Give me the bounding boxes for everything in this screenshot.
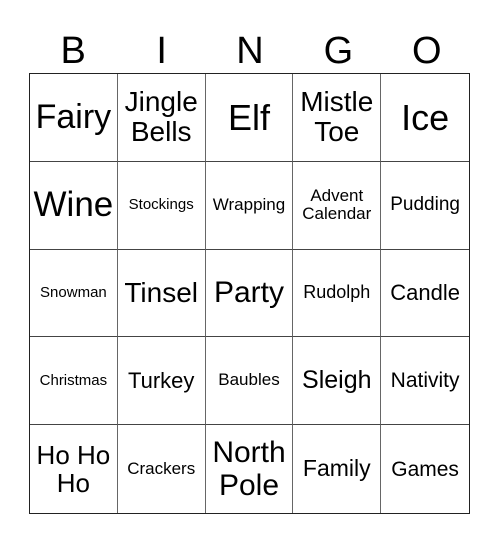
cell-text: Stockings (128, 195, 194, 213)
bingo-cell[interactable]: Sleigh (293, 337, 382, 426)
cell-text: Mistle Toe (300, 85, 374, 148)
cell-text: Sleigh (302, 366, 372, 395)
cell-text: Party (213, 276, 284, 310)
cell-text: Ho Ho Ho (36, 439, 111, 499)
cell-text: Pudding (390, 193, 460, 215)
header-letter-o: O (412, 30, 442, 72)
cell-text: Baubles (218, 370, 280, 390)
cell-text: Candle (390, 279, 460, 305)
cell-text: Family (302, 455, 371, 482)
bingo-cell[interactable]: Jingle Bells (117, 74, 206, 162)
bingo-cell[interactable]: Crackers (118, 425, 206, 513)
cell-text: Wrapping (212, 194, 286, 214)
bingo-cell[interactable]: North Pole (206, 425, 294, 513)
bingo-cell[interactable]: Pudding (381, 162, 469, 250)
bingo-cell[interactable]: Advent Calendar (293, 161, 382, 250)
bingo-cell[interactable]: Games (381, 425, 469, 513)
bingo-header: B I N G O (29, 30, 471, 72)
cell-text: Rudolph (303, 282, 371, 303)
cell-text: Tinsel (124, 276, 199, 308)
cell-text: Wine (33, 184, 114, 224)
header-letter-g: G (323, 30, 354, 72)
header-letter-b: B (60, 30, 86, 72)
bingo-cell[interactable]: Elf (205, 74, 294, 162)
cell-text: Ice (401, 96, 450, 138)
bingo-cell[interactable]: Ho Ho Ho (30, 425, 118, 513)
cell-text: Christmas (39, 371, 108, 389)
bingo-cell[interactable]: Nativity (381, 337, 469, 426)
bingo-cell[interactable]: Turkey (117, 337, 206, 426)
cell-text: North Pole (212, 436, 286, 503)
cell-text: Crackers (127, 458, 196, 478)
cell-text: Fairy (35, 97, 112, 136)
bingo-cell[interactable]: Stockings (117, 161, 206, 250)
bingo-cell[interactable]: Rudolph (293, 249, 382, 338)
cell-text: Jingle Bells (124, 85, 198, 148)
cell-text: Nativity (390, 369, 460, 393)
bingo-cell[interactable]: Baubles (205, 337, 294, 426)
bingo-cell[interactable]: Fairy (30, 74, 118, 162)
bingo-cell[interactable]: Mistle Toe (293, 74, 382, 162)
bingo-cell[interactable]: Party (205, 249, 294, 338)
bingo-cell[interactable]: Wrapping (205, 161, 294, 250)
cell-text: Snowman (40, 283, 107, 301)
bingo-cell[interactable]: Wine (30, 161, 118, 250)
bingo-grid: Fairy Jingle Bells Elf Mistle Toe Ice Wi… (29, 73, 470, 514)
bingo-cell[interactable]: Christmas (30, 337, 118, 426)
header-letter-i: I (156, 30, 167, 72)
bingo-cell[interactable]: Family (293, 425, 382, 513)
bingo-cell[interactable]: Tinsel (117, 249, 206, 338)
cell-text: Advent Calendar (302, 185, 372, 224)
cell-text: Turkey (127, 367, 195, 393)
bingo-cell[interactable]: Candle (381, 250, 469, 338)
bingo-cell[interactable]: Snowman (30, 249, 118, 338)
cell-text: Elf (227, 96, 270, 138)
cell-text: Games (391, 457, 459, 481)
header-letter-n: N (236, 30, 264, 72)
bingo-cell[interactable]: Ice (381, 74, 469, 162)
